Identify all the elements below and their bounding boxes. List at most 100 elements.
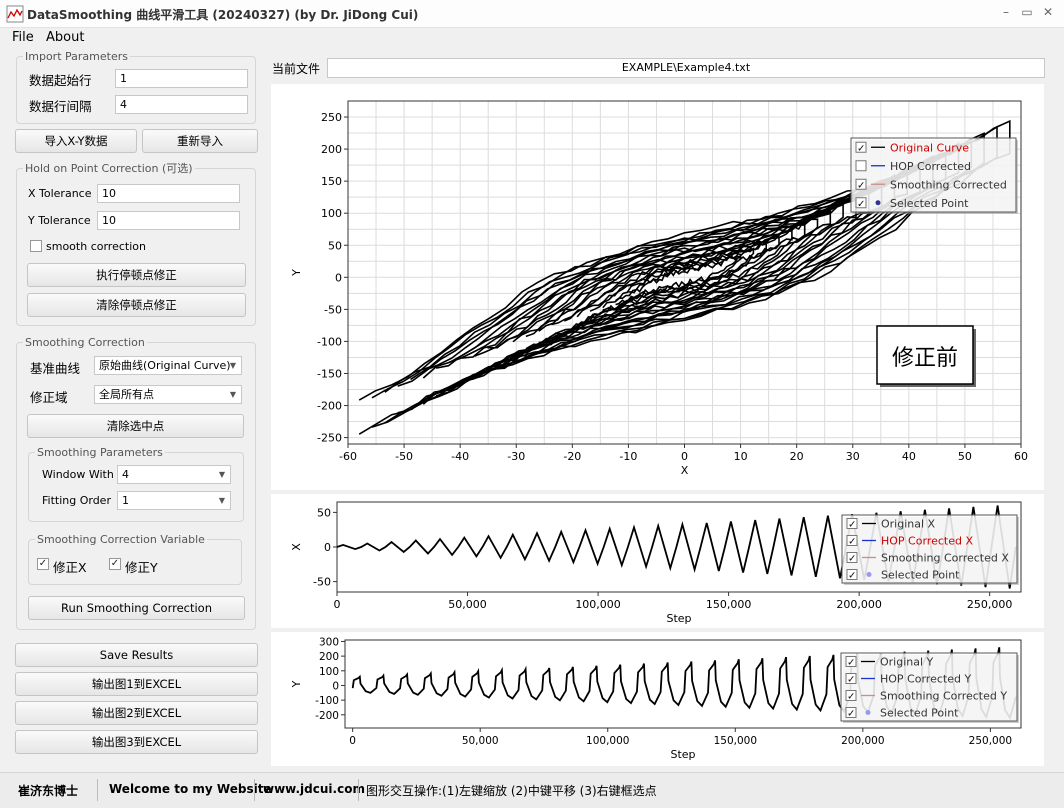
y-tolerance-input[interactable]: 10: [97, 211, 240, 230]
domain-select[interactable]: 全局所有点 ▼: [94, 385, 242, 404]
fitting-order-select[interactable]: 1 ▼: [117, 491, 231, 510]
x-tick-label: 20: [790, 450, 804, 463]
y-axis-label: X: [290, 543, 303, 551]
xy-hysteresis-chart[interactable]: -60 -50 -40 -30 -20 -10 0 10 20 30 40 50 60-250-200-…: [271, 84, 1044, 490]
legend-marker: [867, 572, 872, 577]
base-curve-value: 原始曲线(Original Curve): [99, 359, 231, 372]
base-curve-label: 基准曲线: [30, 358, 80, 377]
y-tick-label: -200: [317, 400, 342, 413]
x-tick-label: 250,000: [969, 735, 1012, 747]
x-axis-label: Step: [670, 748, 695, 761]
x-tick-label: 30: [846, 450, 860, 463]
legend-label: Selected Point: [890, 197, 969, 210]
fix-x-label: 修正X: [53, 557, 87, 576]
export-chart2-button[interactable]: 输出图2到EXCEL: [15, 701, 258, 725]
x-tick-label: -30: [507, 450, 525, 463]
x-tick-label: 200,000: [841, 735, 884, 747]
checkmark-icon: ✓: [848, 520, 856, 531]
y-axis-label: Y: [290, 680, 303, 688]
smooth-correction-checkbox[interactable]: [30, 240, 42, 252]
checkmark-icon: ✓: [857, 180, 865, 191]
xy-chart-panel[interactable]: -60 -50 -40 -30 -20 -10 0 10 20 30 40 50 60 -250 -200-…: [271, 84, 1044, 490]
y-axis-label: Y: [290, 269, 303, 277]
start-row-label: 数据起始行: [29, 70, 92, 89]
legend-label: Original Y: [880, 656, 934, 669]
domain-value: 全局所有点: [99, 388, 154, 401]
x-tick-label: 50,000: [448, 598, 487, 611]
checkmark-icon: ✓: [848, 537, 856, 548]
checkmark-icon: ✓: [847, 709, 855, 720]
maximize-button[interactable]: ▭: [1019, 5, 1035, 19]
clear-hop-button[interactable]: 清除停顿点修正: [27, 293, 246, 317]
window-title: DataSmoothing 曲线平滑工具 (20240327) (by Dr. …: [27, 6, 418, 23]
fitting-order-label: Fitting Order: [42, 494, 111, 507]
y-tick-label: 0: [332, 680, 339, 692]
smooth-correction-label: smooth correction: [46, 240, 146, 253]
run-hop-button[interactable]: 执行停顿点修正: [27, 263, 246, 287]
export-chart3-button[interactable]: 输出图3到EXCEL: [15, 730, 258, 754]
x-tick-label: 50: [958, 450, 972, 463]
title-bar: DataSmoothing 曲线平滑工具 (20240327) (by Dr. …: [0, 0, 1064, 28]
legend-marker: [866, 710, 871, 715]
y-tick-label: -100: [317, 335, 342, 348]
run-smoothing-button[interactable]: Run Smoothing Correction: [28, 596, 245, 620]
y-tick-label: -100: [315, 695, 339, 707]
x-axis-label: X: [681, 464, 689, 477]
x-tick-label: -20: [563, 450, 581, 463]
y-tick-label: -50: [313, 576, 331, 589]
checkmark-icon: ✓: [848, 571, 856, 582]
fix-x-checkbox[interactable]: ✓: [37, 558, 49, 570]
save-results-button[interactable]: Save Results: [15, 643, 258, 667]
legend-label: Selected Point: [881, 569, 960, 582]
x-tolerance-label: X Tolerance: [28, 187, 92, 200]
current-file-label: 当前文件: [272, 60, 320, 77]
x-tick-label: 0: [334, 598, 341, 611]
status-website-link[interactable]: www.jdcui.com: [263, 782, 365, 796]
x-tick-label: -10: [619, 450, 637, 463]
x-tick-label: 250,000: [967, 598, 1013, 611]
y-tick-label: 100: [319, 666, 339, 678]
base-curve-select[interactable]: 原始曲线(Original Curve) ▼: [94, 356, 242, 375]
x-tick-label: -50: [395, 450, 413, 463]
domain-label: 修正域: [30, 387, 68, 406]
legend-label: Smoothing Corrected Y: [880, 690, 1007, 703]
minimize-button[interactable]: –: [998, 5, 1014, 19]
x-step-chart-panel[interactable]: 0 50,000 100,000 150,000 200,000 250,000 -50 0 5…: [271, 494, 1044, 628]
fix-y-checkbox[interactable]: ✓: [109, 558, 121, 570]
y-step-chart-panel[interactable]: 0 50,000 100,000 150,000 200,000 250,000 -200 -…: [271, 632, 1044, 766]
checkmark-icon: ✓: [857, 199, 865, 210]
legend-label: Selected Point: [880, 707, 959, 720]
clear-selected-button[interactable]: 清除选中点: [27, 414, 244, 438]
export-chart1-button[interactable]: 输出图1到EXCEL: [15, 672, 258, 696]
menu-bar: File About: [0, 29, 1064, 49]
x-tick-label: 10: [734, 450, 748, 463]
menu-about[interactable]: About: [46, 30, 84, 45]
reimport-button[interactable]: 重新导入: [142, 129, 258, 153]
x-axis-label: Step: [666, 612, 691, 625]
legend-marker: [876, 200, 881, 205]
row-interval-input[interactable]: 4: [115, 95, 248, 114]
fix-y-label: 修正Y: [125, 557, 158, 576]
legend-label: HOP Corrected: [890, 160, 971, 173]
start-row-input[interactable]: 1: [115, 69, 248, 88]
legend-label: Original Curve: [890, 141, 969, 154]
legend-label: Smoothing Corrected: [890, 178, 1007, 191]
menu-file[interactable]: File: [12, 30, 34, 45]
import-xy-button[interactable]: 导入X-Y数据: [15, 129, 137, 153]
x-vs-step-chart[interactable]: 0 50,000 100,000 150,000 200,000 250,000-5005…: [271, 494, 1044, 628]
status-bar: 崔济东博士 Welcome to my Website www.jdcui.co…: [0, 772, 1064, 808]
row-interval-label: 数据行间隔: [29, 96, 92, 115]
y-vs-step-chart[interactable]: 0 50,000 100,000 150,000 200,000 250,000 -200 -…: [271, 632, 1044, 766]
x-tolerance-input[interactable]: 10: [97, 184, 240, 203]
y-tick-label: 250: [321, 111, 342, 124]
x-tick-label: 60: [1014, 450, 1028, 463]
x-tick-label: 100,000: [586, 735, 629, 747]
x-tick-label: 0: [349, 735, 356, 747]
import-parameters-legend: Import Parameters: [23, 50, 130, 63]
close-button[interactable]: ✕: [1040, 5, 1056, 19]
fitting-order-value: 1: [122, 494, 129, 507]
x-tick-label: 150,000: [714, 735, 757, 747]
window-width-select[interactable]: 4 ▼: [117, 465, 231, 484]
x-tick-label: 40: [902, 450, 916, 463]
y-tolerance-label: Y Tolerance: [28, 214, 91, 227]
